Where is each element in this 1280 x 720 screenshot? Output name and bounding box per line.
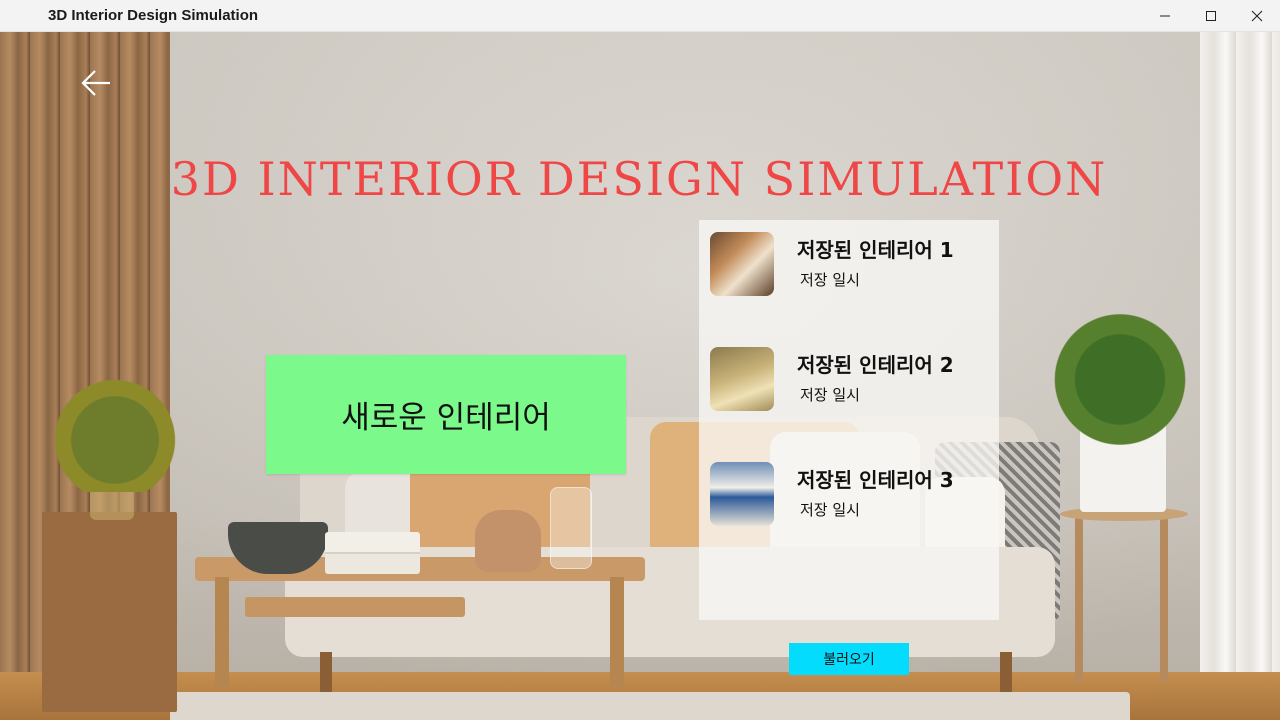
side-stand-left xyxy=(42,512,177,712)
saved-interior-item-2[interactable]: 저장된 인테리어 2 저장 일시 xyxy=(699,335,999,411)
app-title: 3D Interior Design Simulation xyxy=(48,7,259,24)
background-image xyxy=(0,32,1280,720)
interior-thumbnail xyxy=(710,347,774,411)
saved-interior-name: 저장된 인테리어 3 xyxy=(797,468,954,492)
maximize-icon xyxy=(1206,11,1216,21)
back-button[interactable] xyxy=(80,67,112,99)
saved-interiors-panel: 저장된 인테리어 1 저장 일시 저장된 인테리어 2 저장 일시 저장된 인테… xyxy=(699,220,999,620)
saved-interior-date: 저장 일시 xyxy=(800,501,860,519)
interior-thumbnail xyxy=(710,462,774,526)
saved-interior-item-3[interactable]: 저장된 인테리어 3 저장 일시 xyxy=(699,450,999,526)
saved-interior-date: 저장 일시 xyxy=(800,271,860,289)
load-button[interactable]: 불러오기 xyxy=(789,643,909,675)
side-table-leg xyxy=(1160,517,1168,682)
maximize-button[interactable] xyxy=(1188,0,1234,32)
vase xyxy=(475,510,541,572)
close-button[interactable] xyxy=(1234,0,1280,32)
page-title: 3D INTERIOR DESIGN SIMULATION xyxy=(170,152,1108,206)
sofa-leg xyxy=(1000,652,1012,692)
books xyxy=(325,532,420,574)
minimize-icon xyxy=(1160,15,1170,17)
coffee-table-leg xyxy=(610,577,624,687)
curtain xyxy=(1200,32,1280,720)
saved-interior-name: 저장된 인테리어 1 xyxy=(797,238,954,262)
minimize-button[interactable] xyxy=(1142,0,1188,32)
sofa-leg xyxy=(320,652,332,692)
plant-right xyxy=(1045,297,1195,447)
close-icon xyxy=(1251,10,1263,22)
stool xyxy=(245,597,465,617)
rug xyxy=(170,692,1130,720)
saved-interior-item-1[interactable]: 저장된 인테리어 1 저장 일시 xyxy=(699,220,999,296)
saved-interior-date: 저장 일시 xyxy=(800,386,860,404)
saved-interior-name: 저장된 인테리어 2 xyxy=(797,353,954,377)
side-table-leg xyxy=(1075,517,1083,682)
plant-left xyxy=(40,362,190,492)
new-interior-button[interactable]: 새로운 인테리어 xyxy=(266,355,626,474)
arrow-left-icon xyxy=(81,70,110,96)
glass-vase xyxy=(550,487,592,569)
window-titlebar: 3D Interior Design Simulation xyxy=(0,0,1280,32)
coffee-table-leg xyxy=(215,577,229,687)
interior-thumbnail xyxy=(710,232,774,296)
